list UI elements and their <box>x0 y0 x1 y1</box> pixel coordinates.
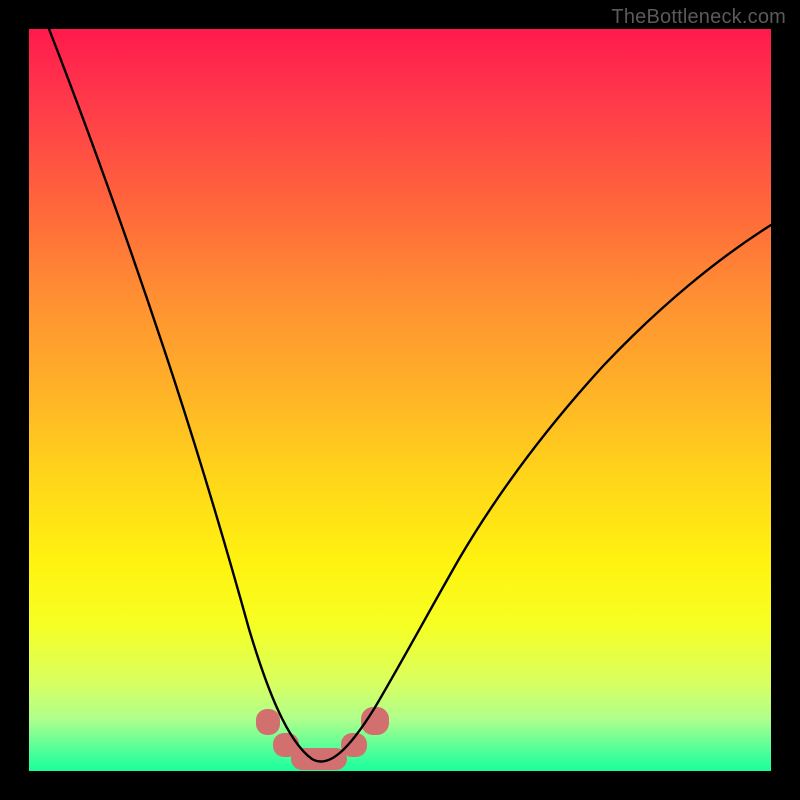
marker-seg-1 <box>256 709 280 735</box>
chart-frame: TheBottleneck.com <box>0 0 800 800</box>
bottleneck-curve <box>49 29 771 762</box>
marker-seg-3 <box>291 748 347 770</box>
plot-area <box>29 29 771 771</box>
watermark-text: TheBottleneck.com <box>611 6 786 29</box>
chart-svg <box>29 29 771 771</box>
